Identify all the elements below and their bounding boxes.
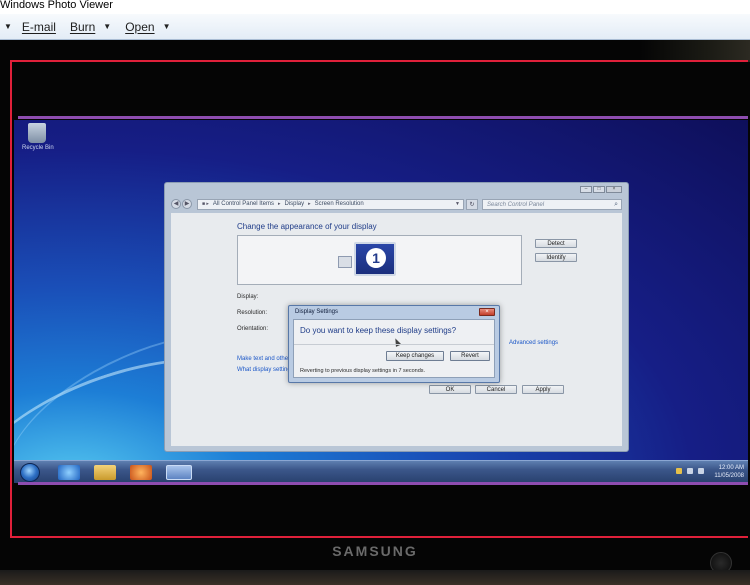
desktop-screen: Recycle Bin – □ × ◀ ▶ ■ ▸ All Control Pa…	[14, 120, 748, 483]
control-panel-icon: ■ ▸	[202, 201, 209, 207]
resolution-label: Resolution:	[237, 310, 268, 316]
burn-button[interactable]: Burn ▼	[70, 20, 111, 34]
volume-icon[interactable]	[698, 468, 704, 474]
close-icon[interactable]: ×	[606, 186, 622, 193]
address-row: ◀ ▶ ■ ▸ All Control Panel Items ▸ Displa…	[171, 198, 622, 210]
dialog-question: Do you want to keep these display settin…	[300, 326, 457, 335]
forward-icon[interactable]: ▶	[182, 199, 192, 209]
address-dropdown-icon[interactable]: ▼	[455, 199, 460, 209]
media-player-icon[interactable]	[130, 465, 152, 480]
dialog-body: Do you want to keep these display settin…	[293, 319, 495, 378]
toolbar: ▼ E-mail Burn ▼ Open ▼	[0, 14, 750, 40]
search-input[interactable]: Search Control Panel ⌕	[482, 198, 622, 210]
flag-icon[interactable]	[676, 468, 682, 474]
monitor-number: 1	[366, 248, 386, 268]
display-label: Display:	[237, 294, 259, 300]
dialog-title: Display Settings	[295, 309, 339, 315]
search-placeholder: Search Control Panel	[487, 201, 545, 208]
orientation-label: Orientation:	[237, 326, 269, 332]
ok-button[interactable]: OK	[429, 385, 471, 394]
clock[interactable]: 12:00 AM 11/05/2008	[714, 464, 744, 480]
explorer-folder-icon[interactable]	[94, 465, 116, 480]
apply-button[interactable]: Apply	[522, 385, 564, 394]
monitor-preview: 1	[237, 235, 522, 285]
address-bar[interactable]: ■ ▸ All Control Panel Items ▸ Display ▸ …	[197, 198, 464, 210]
recycle-bin[interactable]: Recycle Bin	[22, 123, 54, 151]
page-title: Change the appearance of your display	[237, 222, 377, 231]
minimize-icon[interactable]: –	[580, 186, 592, 193]
annotation-purple-top	[18, 116, 748, 119]
email-label: E-mail	[21, 19, 56, 34]
mouse-cursor-icon	[392, 337, 402, 347]
breadcrumb-item[interactable]: Screen Resolution	[315, 199, 364, 209]
control-panel-task-icon[interactable]	[166, 465, 192, 480]
breadcrumb-separator-icon: ▸	[277, 201, 281, 207]
open-button[interactable]: Open ▼	[125, 20, 170, 34]
burn-dropdown-icon[interactable]: ▼	[103, 22, 111, 31]
clock-time: 12:00 AM	[718, 465, 744, 471]
title-bar: Windows Photo Viewer	[0, 0, 750, 14]
annotation-purple-bottom	[18, 482, 748, 485]
display-settings-dialog: Display Settings × Do you want to keep t…	[288, 305, 500, 383]
email-button[interactable]: E-mail	[22, 20, 56, 34]
annotation-red-top	[10, 60, 748, 62]
cancel-button[interactable]: Cancel	[475, 385, 517, 394]
annotation-red-left	[10, 60, 12, 538]
start-button[interactable]	[20, 463, 40, 482]
system-tray	[676, 468, 704, 474]
open-dropdown-icon[interactable]: ▼	[163, 22, 171, 31]
dialog-close-icon[interactable]: ×	[479, 308, 495, 316]
open-label: Open	[125, 19, 155, 34]
breadcrumb-item[interactable]: Display	[284, 199, 304, 209]
back-icon[interactable]: ◀	[171, 199, 181, 209]
keep-changes-button[interactable]: Keep changes	[386, 351, 444, 361]
clock-date: 11/05/2008	[714, 473, 744, 479]
internet-explorer-icon[interactable]	[58, 465, 80, 480]
refresh-icon[interactable]: ↻	[466, 198, 478, 210]
breadcrumb-separator-icon: ▸	[308, 201, 311, 207]
revert-button[interactable]: Revert	[450, 351, 490, 361]
secondary-monitor-icon[interactable]	[338, 256, 352, 268]
search-icon[interactable]: ⌕	[614, 200, 618, 210]
desk-surface	[0, 570, 750, 585]
advanced-settings-link[interactable]: Advanced settings	[509, 340, 558, 346]
annotation-red-bottom	[10, 536, 748, 538]
window-controls: – □ ×	[580, 186, 622, 193]
burn-label: Burn	[69, 19, 96, 34]
monitor-brand: SAMSUNG	[332, 543, 418, 559]
taskbar: 12:00 AM 11/05/2008	[14, 460, 748, 483]
photo-canvas: Recycle Bin – □ × ◀ ▶ ■ ▸ All Control Pa…	[0, 40, 750, 585]
breadcrumb-item[interactable]: All Control Panel Items	[213, 199, 274, 209]
identify-button[interactable]: Identify	[535, 253, 577, 262]
network-icon[interactable]	[687, 468, 693, 474]
revert-countdown: Reverting to previous display settings i…	[300, 368, 426, 374]
monitor-icon[interactable]: 1	[354, 242, 396, 276]
recycle-bin-label: Recycle Bin	[22, 145, 54, 151]
dialog-divider	[294, 344, 494, 345]
detect-button[interactable]: Detect	[535, 239, 577, 248]
maximize-icon[interactable]: □	[593, 186, 605, 193]
window-title: Windows Photo Viewer	[0, 0, 113, 11]
monitor-bezel-corner	[640, 40, 750, 62]
file-menu-arrow-icon[interactable]: ▼	[4, 22, 12, 31]
recycle-bin-icon	[28, 123, 46, 143]
